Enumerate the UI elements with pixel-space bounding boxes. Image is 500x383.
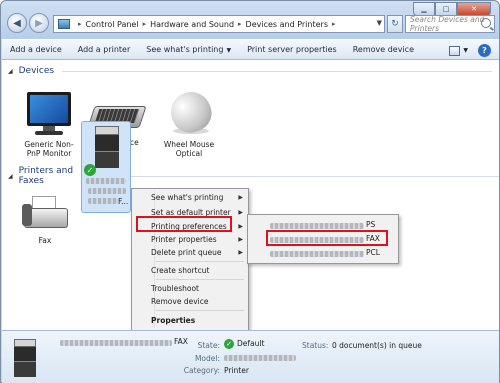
menu-item-properties[interactable]: Properties [151, 316, 247, 325]
breadcrumb-separator[interactable]: ▸ [143, 20, 147, 28]
address-bar[interactable]: ▸ Control Panel ▸ Hardware and Sound ▸ D… [53, 15, 385, 33]
menu-separator [156, 261, 244, 262]
menu-separator [156, 279, 244, 280]
close-button[interactable]: ✕ [457, 2, 491, 16]
see-printing-label: See what's printing [146, 45, 224, 54]
refresh-button[interactable]: ↻ [387, 15, 403, 33]
monitor-icon [23, 90, 75, 136]
maximize-button[interactable]: □ [435, 2, 457, 16]
remove-device-button[interactable]: Remove device [353, 45, 414, 54]
window-controls: ▁ □ ✕ [413, 2, 491, 16]
group-divider [62, 70, 493, 72]
collapse-triangle-icon[interactable]: ◢ [8, 173, 13, 180]
forward-button[interactable]: ▶ [29, 13, 49, 33]
group-label-devices: Devices [18, 66, 55, 76]
device-label: Fax [38, 236, 52, 245]
address-dropdown-icon[interactable]: ▼ [377, 19, 382, 27]
category-value: Printer [224, 366, 249, 375]
breadcrumb-separator: ▸ [78, 20, 82, 28]
menu-item-printer-properties[interactable]: Printer properties ▶ [151, 235, 247, 244]
chevron-down-icon[interactable]: ▼ [463, 47, 468, 54]
breadcrumb-control-panel[interactable]: Control Panel [86, 20, 139, 29]
menu-item-create-shortcut[interactable]: Create shortcut [151, 266, 247, 275]
change-view-icon[interactable] [449, 45, 461, 56]
details-name-suffix: FAX [174, 337, 188, 346]
printer-selected-item[interactable]: ✓ F... [81, 121, 131, 213]
redacted-text [224, 355, 296, 361]
submenu-label: PCL [366, 248, 380, 257]
status-label: Status: [302, 341, 329, 350]
search-input[interactable]: Search Devices and Printers [405, 15, 495, 33]
search-icon[interactable] [481, 18, 491, 28]
status-value: 0 document(s) in queue [332, 341, 422, 350]
title-bar: ▁ □ ✕ ◀ ▶ ▸ Control Panel ▸ Hardware and… [1, 1, 499, 39]
device-label: Wheel Mouse Optical [163, 140, 215, 158]
breadcrumb-separator[interactable]: ▸ [238, 20, 242, 28]
details-pane: FAX State: ✓ Default Model: Category: Pri… [2, 330, 499, 383]
add-device-button[interactable]: Add a device [10, 45, 62, 54]
submenu-arrow-icon: ▶ [238, 249, 243, 256]
explorer-window: ▁ □ ✕ ◀ ▶ ▸ Control Panel ▸ Hardware and… [0, 0, 500, 383]
device-mouse[interactable]: Wheel Mouse Optical [158, 86, 220, 158]
group-header-devices[interactable]: ◢ Devices [8, 66, 493, 76]
highlight-fax-driver [266, 230, 388, 246]
command-bar: Add a device Add a printer See what's pr… [2, 39, 499, 60]
category-label: Category: [183, 366, 220, 375]
toolbar-right: ▼ ? [449, 44, 491, 57]
model-label: Model: [194, 354, 220, 363]
printer-icon [95, 126, 119, 168]
add-printer-button[interactable]: Add a printer [78, 45, 130, 54]
redacted-text [88, 188, 126, 194]
minimize-button[interactable]: ▁ [413, 2, 435, 16]
device-monitor[interactable]: Generic Non-PnP Monitor [18, 90, 80, 158]
default-check-icon: ✓ [84, 164, 96, 176]
content-pane: ◢ Devices Generic Non-PnP Monitor USB De… [2, 60, 499, 330]
submenu-arrow-icon: ▶ [238, 194, 243, 201]
device-label: Generic Non-PnP Monitor [24, 140, 74, 158]
breadcrumb-separator[interactable]: ▸ [332, 20, 336, 28]
state-value: ✓ Default [224, 339, 264, 349]
back-button[interactable]: ◀ [7, 13, 27, 33]
help-icon[interactable]: ? [478, 44, 491, 57]
print-server-properties-button[interactable]: Print server properties [247, 45, 337, 54]
mouse-icon [165, 86, 217, 138]
check-icon: ✓ [224, 339, 234, 349]
submenu-arrow-icon: ▶ [238, 236, 243, 243]
group-divider [108, 175, 499, 177]
redacted-text [88, 198, 118, 204]
submenu-arrow-icon: ▶ [238, 223, 243, 230]
context-menu: See what's printing ▶ Set as default prin… [131, 188, 249, 331]
collapse-triangle-icon[interactable]: ◢ [8, 68, 13, 75]
menu-item-see-printing[interactable]: See what's printing ▶ [151, 193, 247, 202]
redacted-text [60, 340, 172, 346]
printer-label-suffix: F... [118, 197, 129, 206]
menu-item-delete-queue[interactable]: Delete print queue ▶ [151, 248, 247, 257]
printer-fax[interactable]: Fax [16, 194, 74, 245]
breadcrumb-devices-and-printers[interactable]: Devices and Printers [246, 20, 328, 29]
menu-item-troubleshoot[interactable]: Troubleshoot [151, 284, 247, 293]
redacted-text [270, 251, 364, 257]
menu-item-remove-device[interactable]: Remove device [151, 297, 247, 306]
control-panel-icon [58, 19, 70, 29]
submenu-arrow-icon: ▶ [238, 209, 243, 216]
see-printing-button[interactable]: See what's printing ▼ [146, 45, 231, 54]
chevron-down-icon: ▼ [226, 47, 232, 54]
printer-icon [14, 339, 36, 377]
submenu-label: PS [366, 220, 376, 229]
highlight-printing-preferences [136, 216, 232, 232]
redacted-text [270, 223, 364, 229]
state-label: State: [197, 341, 220, 350]
menu-separator [156, 310, 244, 311]
breadcrumb-hardware-and-sound[interactable]: Hardware and Sound [150, 20, 234, 29]
fax-icon [20, 194, 70, 232]
redacted-text [86, 178, 126, 184]
submenu-item-pcl[interactable]: PCL [270, 248, 394, 260]
